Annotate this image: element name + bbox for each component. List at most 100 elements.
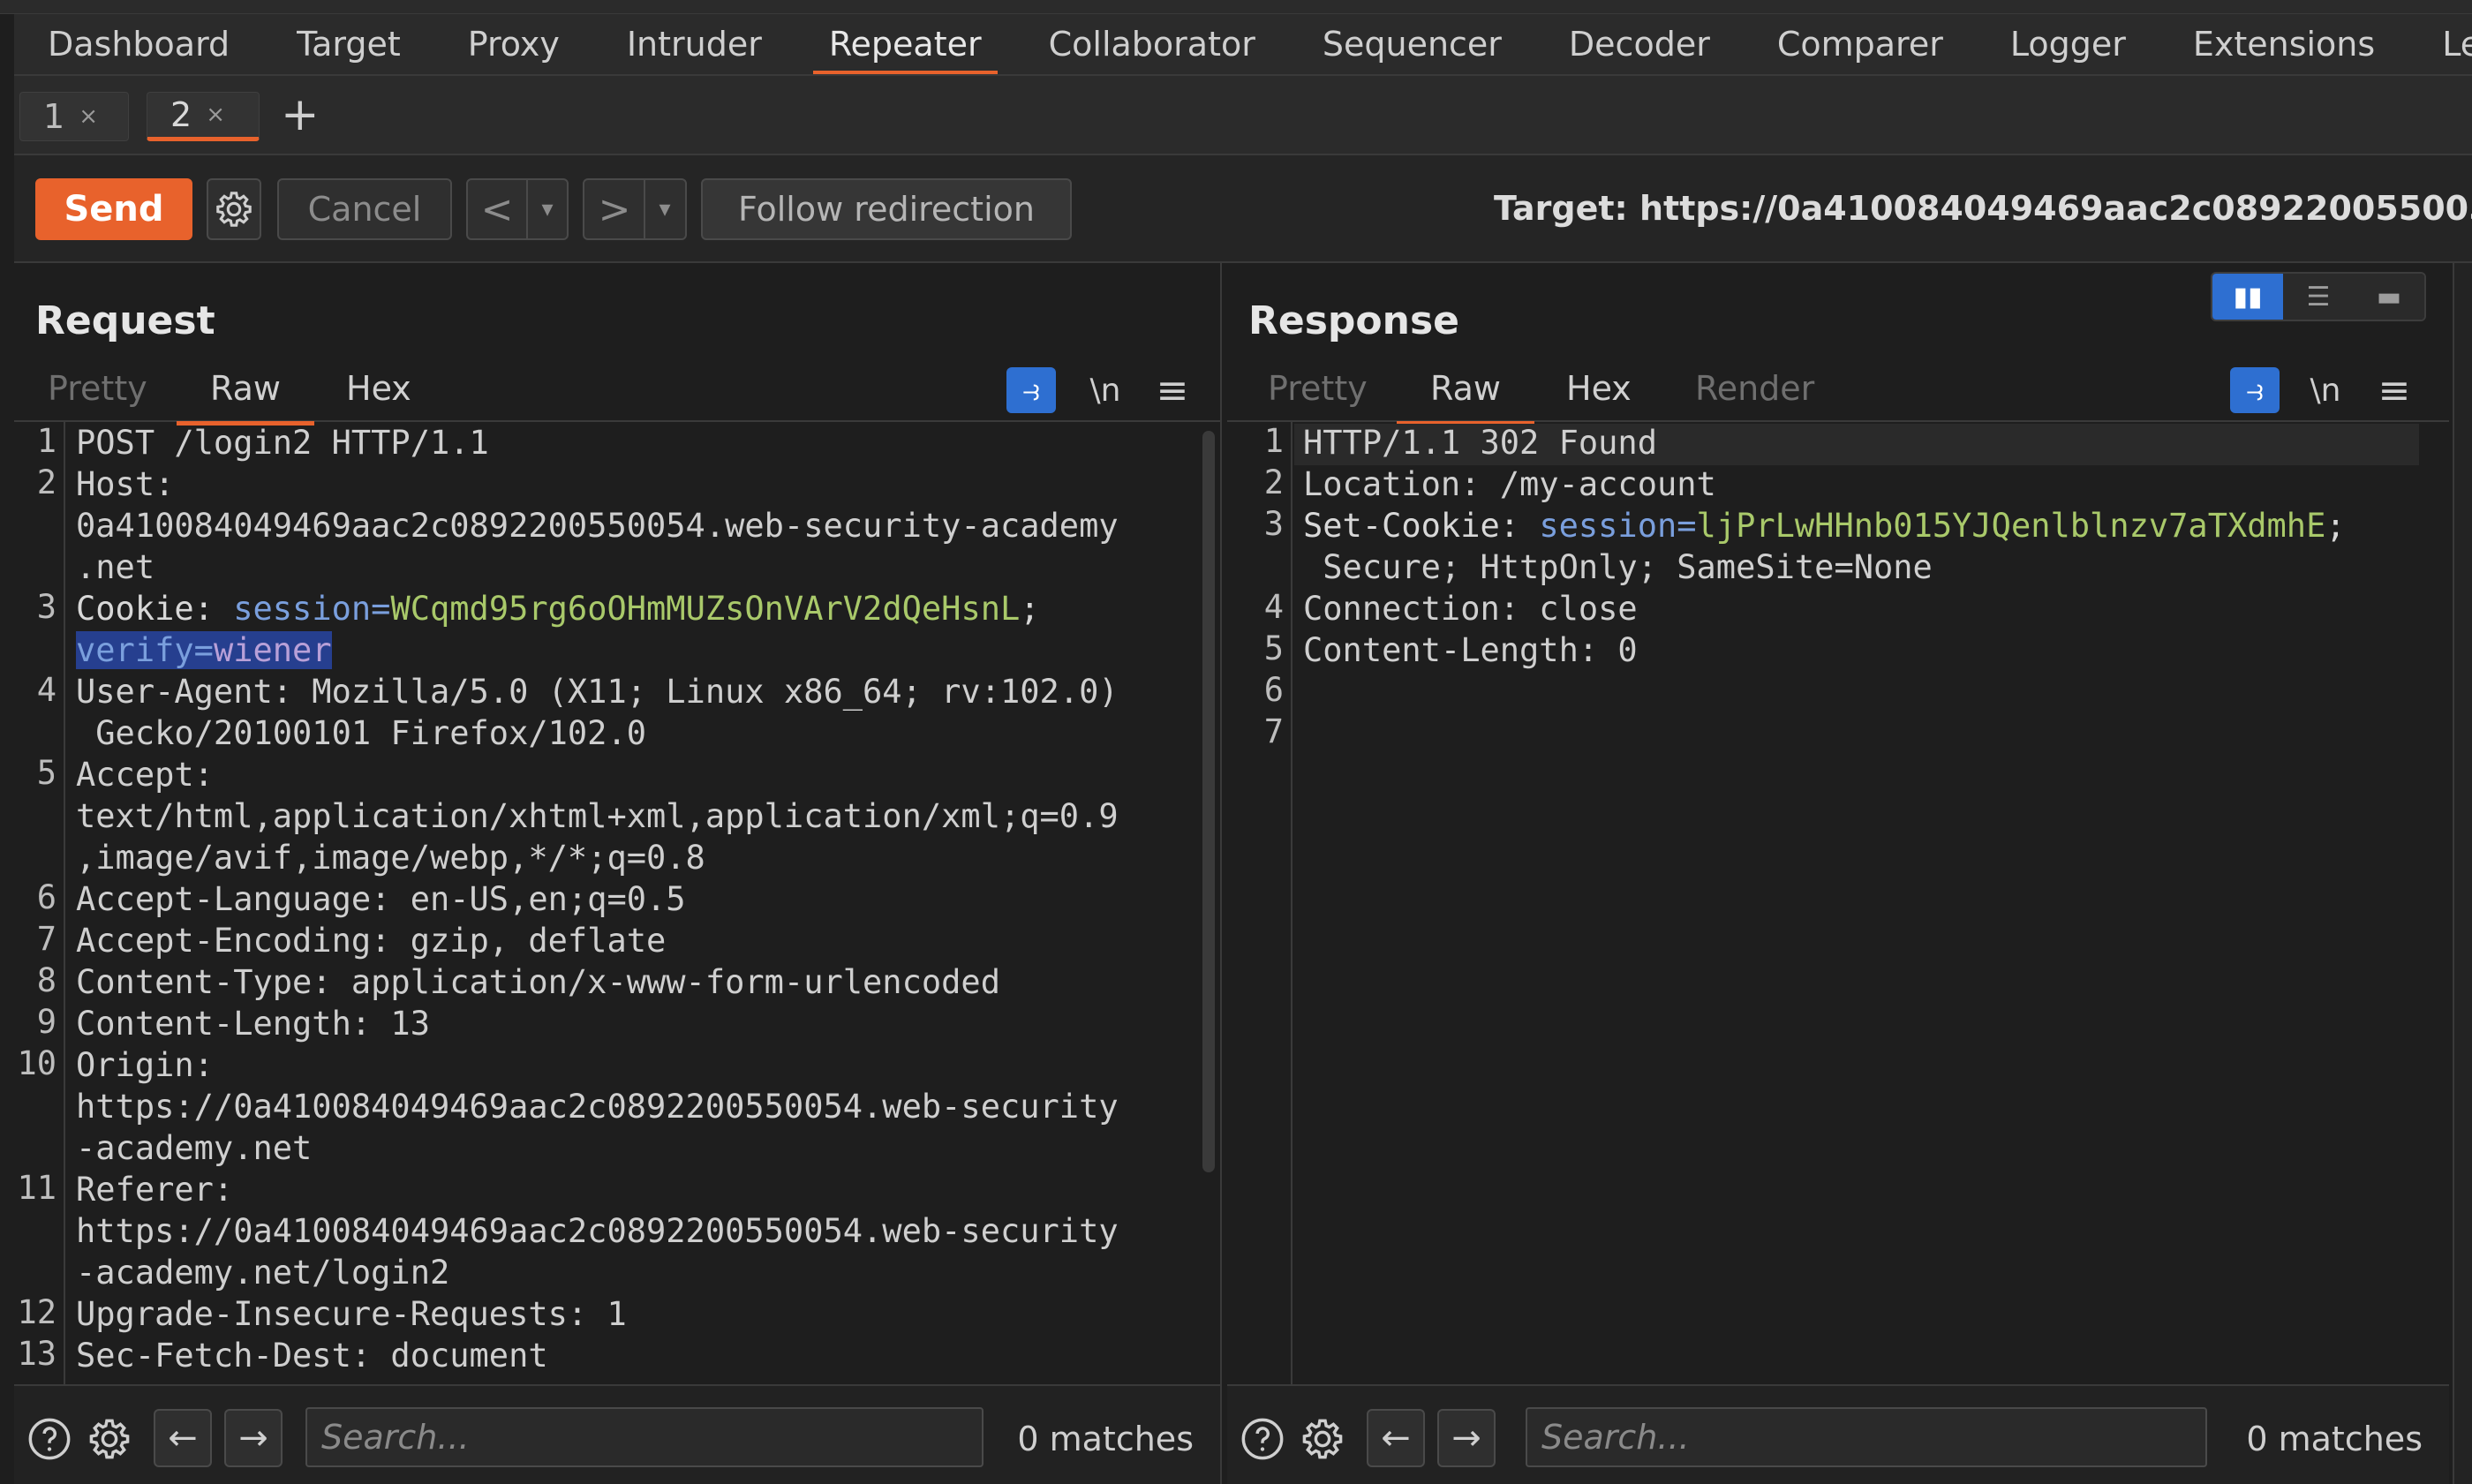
- tab-render[interactable]: Render: [1695, 369, 1814, 418]
- line-number: 1: [1263, 422, 1284, 460]
- response-line: Connection: close: [1303, 590, 1638, 628]
- layout-toggle: ▮▮ ☰ ▬: [2211, 272, 2426, 321]
- response-line: Content-Length: 0: [1303, 631, 1638, 669]
- previous-match-arrow-icon[interactable]: ←: [154, 1409, 212, 1467]
- response-pane: ▮▮ ☰ ▬ Response Pretty Raw Hex Render ⥽ …: [1227, 263, 2449, 1484]
- tab-proxy[interactable]: Proxy: [434, 14, 593, 74]
- follow-redirection-button[interactable]: Follow redirection: [701, 178, 1072, 240]
- tab-hex[interactable]: Hex: [1566, 369, 1632, 418]
- tab-intruder[interactable]: Intruder: [593, 14, 795, 74]
- search-settings-gear-icon[interactable]: [83, 1412, 136, 1465]
- response-match-count: 0 matches: [2246, 1420, 2423, 1458]
- cookie-separator: ;: [2325, 507, 2346, 545]
- request-line: Accept-Language: en-US,en;q=0.5: [76, 880, 686, 918]
- close-icon[interactable]: ×: [79, 103, 98, 130]
- request-search-input[interactable]: [305, 1407, 984, 1467]
- request-line: Content-Type: application/x-www-form-url…: [76, 963, 1000, 1001]
- forward-history-dropdown-icon[interactable]: ▾: [644, 180, 684, 238]
- tab-sequencer[interactable]: Sequencer: [1289, 14, 1535, 74]
- repeater-tab-label: 2: [170, 95, 192, 134]
- line-number: 5: [1263, 629, 1284, 667]
- line-number: 6: [1263, 671, 1284, 709]
- response-editor[interactable]: 1 2 3 4 5 6 7 HTTP/1.1 302 Found Locatio…: [1227, 422, 2449, 1384]
- cookie-value: WCqmd95rg6oOHmMUZsOnVArV2dQeHsnL: [390, 590, 1021, 628]
- inspector-collapsed-sidebar[interactable]: [2453, 263, 2472, 1484]
- top-bottom-layout-icon[interactable]: ☰: [2283, 274, 2354, 320]
- request-line: User-Agent: Mozilla/5.0 (X11; Linux x86_…: [76, 673, 1119, 711]
- repeater-tab-label: 1: [43, 97, 65, 136]
- forward-arrow-icon[interactable]: >: [585, 187, 644, 232]
- line-number: 3: [1263, 505, 1284, 543]
- next-match-arrow-icon[interactable]: →: [224, 1409, 283, 1467]
- line-gutter: 1 2 3 4 5 6 7 8 9 10 11 12 13: [14, 422, 65, 1384]
- tab-learn[interactable]: Le: [2408, 14, 2472, 74]
- previous-match-arrow-icon[interactable]: ←: [1367, 1409, 1425, 1467]
- request-line: https://0a410084049469aac2c0892200550054…: [76, 1212, 1119, 1250]
- line-number: 12: [17, 1293, 57, 1331]
- help-icon[interactable]: [1236, 1412, 1289, 1465]
- request-line: -academy.net/login2: [76, 1254, 450, 1292]
- single-pane-layout-icon[interactable]: ▬: [2354, 274, 2424, 320]
- side-by-side-layout-icon[interactable]: ▮▮: [2212, 274, 2283, 320]
- tab-hex[interactable]: Hex: [346, 369, 411, 418]
- search-settings-gear-icon[interactable]: [1296, 1412, 1349, 1465]
- line-number: 1: [36, 422, 57, 460]
- word-wrap-icon[interactable]: ⥽: [2230, 367, 2280, 413]
- request-line: Referer:: [76, 1171, 234, 1209]
- cookie-key-selected: verify=: [76, 631, 214, 669]
- forward-button[interactable]: > ▾: [583, 178, 687, 240]
- settings-gear-icon[interactable]: [207, 178, 261, 240]
- tab-repeater[interactable]: Repeater: [795, 14, 1015, 74]
- help-icon[interactable]: [23, 1412, 76, 1465]
- tab-pretty[interactable]: Pretty: [48, 369, 147, 418]
- tab-raw[interactable]: Raw: [1397, 369, 1534, 426]
- main-tab-bar: Dashboard Target Proxy Intruder Repeater…: [14, 14, 2472, 76]
- back-button[interactable]: < ▾: [466, 178, 569, 240]
- response-search-input[interactable]: [1526, 1407, 2207, 1467]
- line-gutter: 1 2 3 4 5 6 7: [1227, 422, 1293, 1384]
- tab-dashboard[interactable]: Dashboard: [14, 14, 263, 74]
- line-number: 3: [36, 588, 57, 626]
- add-tab-icon[interactable]: +: [281, 90, 320, 139]
- word-wrap-icon[interactable]: ⥽: [1006, 367, 1056, 413]
- tab-pretty[interactable]: Pretty: [1268, 369, 1368, 418]
- line-number: 9: [36, 1003, 57, 1041]
- cancel-button[interactable]: Cancel: [277, 178, 452, 240]
- repeater-tab-1[interactable]: 1 ×: [19, 92, 129, 141]
- request-line: Gecko/20100101 Firefox/102.0: [76, 714, 647, 752]
- request-editor[interactable]: 1 2 3 4 5 6 7 8 9 10 11 12 13 POST /logi…: [14, 422, 1220, 1384]
- request-line: Accept:: [76, 756, 214, 794]
- tab-decoder[interactable]: Decoder: [1535, 14, 1744, 74]
- close-icon[interactable]: ×: [206, 102, 225, 128]
- header-key: Set-Cookie:: [1303, 507, 1540, 545]
- newline-toggle[interactable]: \n: [1081, 367, 1130, 413]
- line-number: 8: [36, 961, 57, 999]
- next-match-arrow-icon[interactable]: →: [1437, 1409, 1496, 1467]
- request-line: -academy.net: [76, 1129, 313, 1167]
- cookie-key: session=: [233, 590, 391, 628]
- repeater-tab-2[interactable]: 2 ×: [147, 92, 260, 141]
- request-line: text/html,application/xhtml+xml,applicat…: [76, 797, 1119, 835]
- target-url-label[interactable]: Target: https://0a410084049469aac2c08922…: [1494, 182, 2472, 235]
- back-history-dropdown-icon[interactable]: ▾: [526, 180, 567, 238]
- tab-target[interactable]: Target: [263, 14, 434, 74]
- tab-raw[interactable]: Raw: [177, 369, 314, 426]
- request-cookie-line: Cookie: session=WCqmd95rg6oOHmMUZsOnVArV…: [76, 588, 1040, 629]
- tab-collaborator[interactable]: Collaborator: [1015, 14, 1289, 74]
- request-line: POST /login2 HTTP/1.1: [76, 424, 489, 462]
- tab-logger[interactable]: Logger: [1977, 14, 2159, 74]
- newline-toggle[interactable]: \n: [2301, 367, 2350, 413]
- repeater-toolbar: Send Cancel < ▾ > ▾ Follow redirection T…: [14, 155, 2472, 263]
- request-line: https://0a410084049469aac2c0892200550054…: [76, 1088, 1119, 1126]
- request-title: Request: [35, 298, 215, 343]
- line-number: 13: [17, 1335, 57, 1373]
- menu-icon[interactable]: ≡: [2370, 367, 2419, 413]
- tab-extensions[interactable]: Extensions: [2159, 14, 2408, 74]
- menu-icon[interactable]: ≡: [1148, 367, 1197, 413]
- response-line: Location: /my-account: [1303, 465, 1716, 503]
- tab-comparer[interactable]: Comparer: [1744, 14, 1977, 74]
- send-button[interactable]: Send: [35, 178, 192, 240]
- request-scrollbar[interactable]: [1202, 431, 1215, 1172]
- request-line: Content-Length: 13: [76, 1005, 430, 1043]
- back-arrow-icon[interactable]: <: [468, 187, 526, 232]
